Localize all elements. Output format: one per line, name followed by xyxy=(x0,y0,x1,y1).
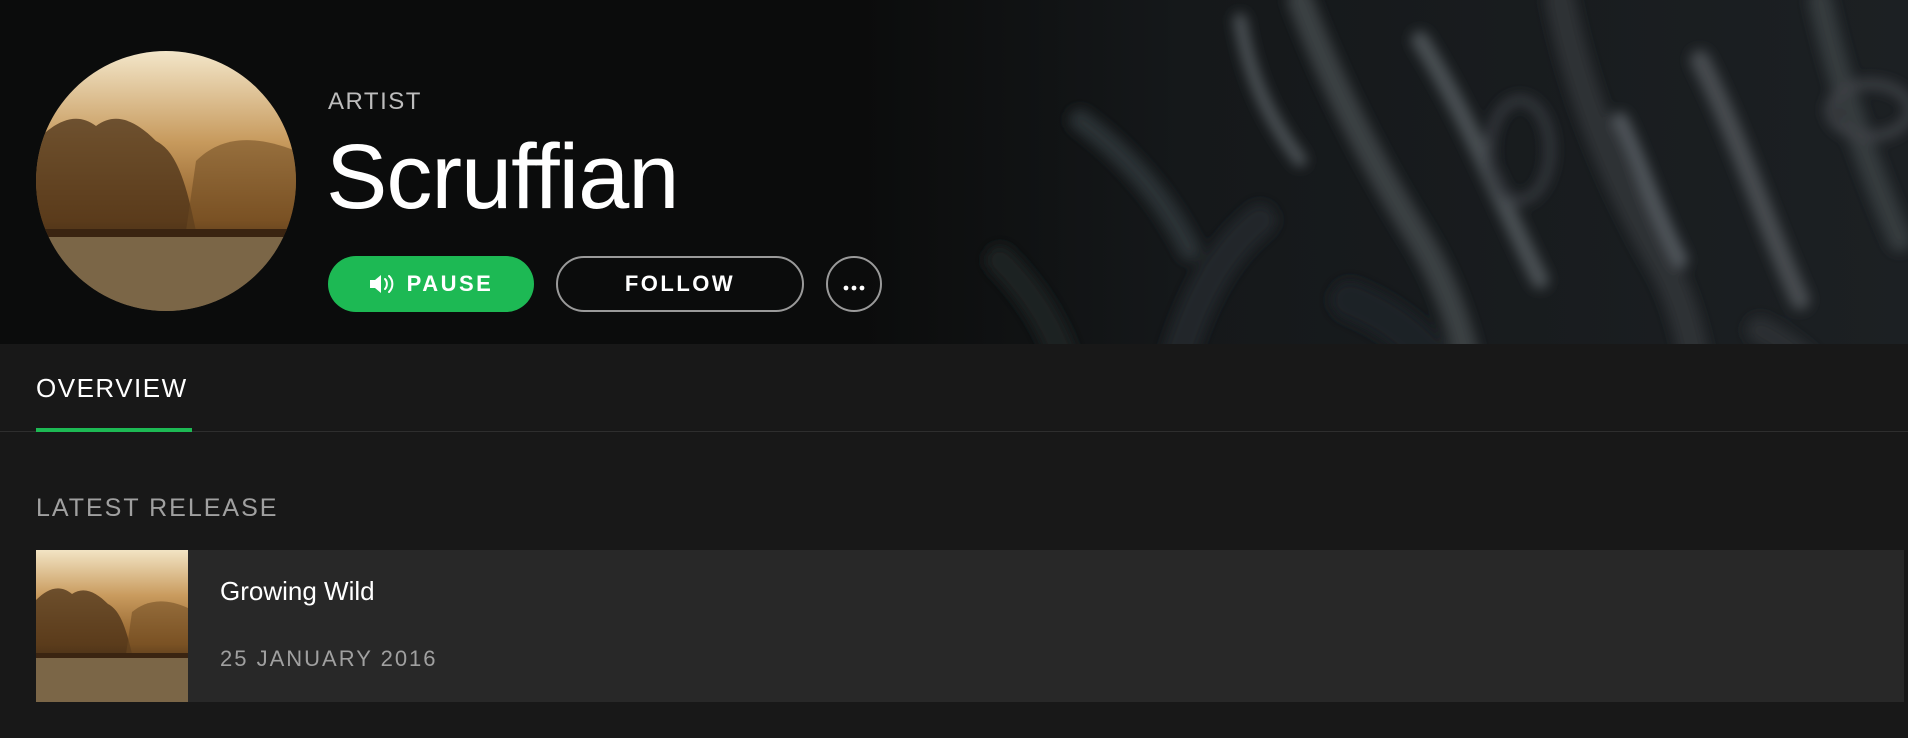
follow-button[interactable]: FOLLOW xyxy=(556,256,804,312)
artist-avatar-image xyxy=(36,51,296,311)
tab-overview[interactable]: OVERVIEW xyxy=(36,344,188,432)
release-cover-art[interactable] xyxy=(36,550,188,702)
release-date: 25 JANUARY 2016 xyxy=(220,646,438,671)
entity-type-label: ARTIST xyxy=(328,88,422,115)
active-tab-indicator xyxy=(36,428,192,432)
artist-avatar xyxy=(36,51,296,311)
release-cover-image xyxy=(36,550,188,702)
artist-page: ARTIST Scruffian PAUSE FOLLOW OVERVIEW L… xyxy=(0,0,1908,738)
tab-bar: OVERVIEW xyxy=(0,344,1908,432)
latest-release-card[interactable]: Growing Wild 25 JANUARY 2016 xyxy=(36,550,1904,702)
latest-release-heading: LATEST RELEASE xyxy=(36,494,279,522)
more-options-icon xyxy=(842,271,866,297)
artist-name: Scruffian xyxy=(326,126,679,228)
more-options-button[interactable] xyxy=(826,256,882,312)
pause-button-label: PAUSE xyxy=(406,271,494,296)
artist-header: ARTIST Scruffian PAUSE FOLLOW xyxy=(0,0,1908,344)
volume-icon xyxy=(369,273,397,295)
pause-button[interactable]: PAUSE xyxy=(328,256,534,312)
release-title[interactable]: Growing Wild xyxy=(220,576,375,607)
follow-button-label: FOLLOW xyxy=(624,271,736,296)
